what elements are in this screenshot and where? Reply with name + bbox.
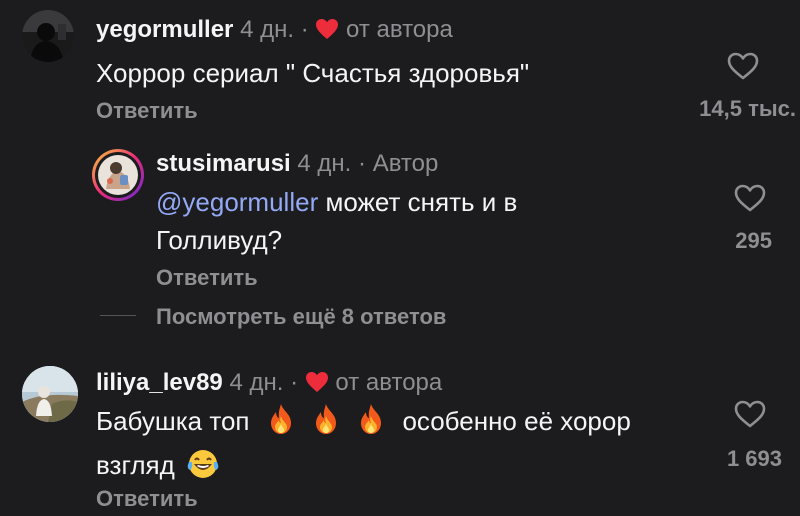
comment-text: Хоррор сериал " Счастья здоровья": [96, 58, 530, 88]
comment-text-line2: взгляд: [96, 450, 175, 480]
username[interactable]: yegormuller: [96, 16, 233, 43]
reply-button[interactable]: Ответить: [96, 486, 198, 512]
fire-emoji: [265, 402, 297, 446]
username[interactable]: liliya_lev89: [96, 369, 223, 396]
heart-outline-icon[interactable]: [734, 400, 766, 433]
comment-text-line2: Голливуд?: [156, 225, 283, 255]
user-mention[interactable]: @yegormuller: [156, 187, 318, 217]
divider: [100, 315, 136, 316]
heart-outline-icon[interactable]: [727, 52, 759, 85]
tears-of-joy-emoji: [186, 448, 220, 490]
comment-text: @yegormuller может снять и в Голливуд?: [156, 183, 616, 259]
comment-text-start: Бабушка топ: [96, 406, 250, 436]
like-count: 295: [735, 228, 772, 253]
red-heart-icon: [315, 18, 339, 47]
outdoor-photo-avatar: [22, 366, 78, 422]
separator-dot: ·: [300, 16, 309, 43]
story-ring-avatar: [95, 152, 141, 198]
comment-meta: liliya_lev89 4 дн. · от автора: [96, 369, 442, 400]
username[interactable]: stusimarusi: [156, 150, 291, 177]
comment-age: 4 дн.: [240, 16, 295, 43]
reply-button[interactable]: Ответить: [156, 265, 258, 291]
comment-age: 4 дн.: [297, 150, 352, 177]
comment-liliya-lev89: liliya_lev89 4 дн. · от автора Бабушка т…: [0, 356, 800, 516]
comment-yegormuller: yegormuller 4 дн. · от автора Хоррор сер…: [0, 0, 800, 140]
comment-text: Бабушка топ особенно её хорор взгляд: [96, 402, 696, 490]
view-more-replies-button[interactable]: Посмотреть ещё 8 ответов: [156, 304, 446, 330]
like-count: 14,5 тыс.: [699, 96, 796, 121]
red-heart-icon: [305, 371, 329, 400]
comment-text-end: особенно её хорор: [402, 406, 631, 436]
separator-dot: ·: [290, 369, 299, 396]
liked-by-author-label: от автора: [335, 369, 443, 396]
author-tag: Автор: [372, 150, 439, 177]
comment-text-line1: может снять и в: [325, 187, 518, 217]
dark-silhouette-avatar: [22, 10, 74, 62]
reply-stusimarusi: stusimarusi 4 дн. · Автор @yegormuller м…: [0, 140, 800, 340]
comment-age: 4 дн.: [229, 369, 284, 396]
avatar[interactable]: [22, 10, 74, 62]
like-count: 1 693: [726, 446, 782, 471]
fire-emoji: [355, 402, 387, 446]
fire-emoji: [310, 402, 342, 446]
comment-meta: yegormuller 4 дн. · от автора: [96, 16, 453, 47]
avatar[interactable]: [92, 149, 144, 201]
reply-button[interactable]: Ответить: [96, 98, 198, 124]
separator-dot: ·: [358, 150, 367, 177]
comment-meta: stusimarusi 4 дн. · Автор: [156, 150, 438, 178]
avatar[interactable]: [22, 366, 78, 422]
liked-by-author-label: от автора: [346, 16, 453, 43]
heart-outline-icon[interactable]: [734, 184, 766, 217]
